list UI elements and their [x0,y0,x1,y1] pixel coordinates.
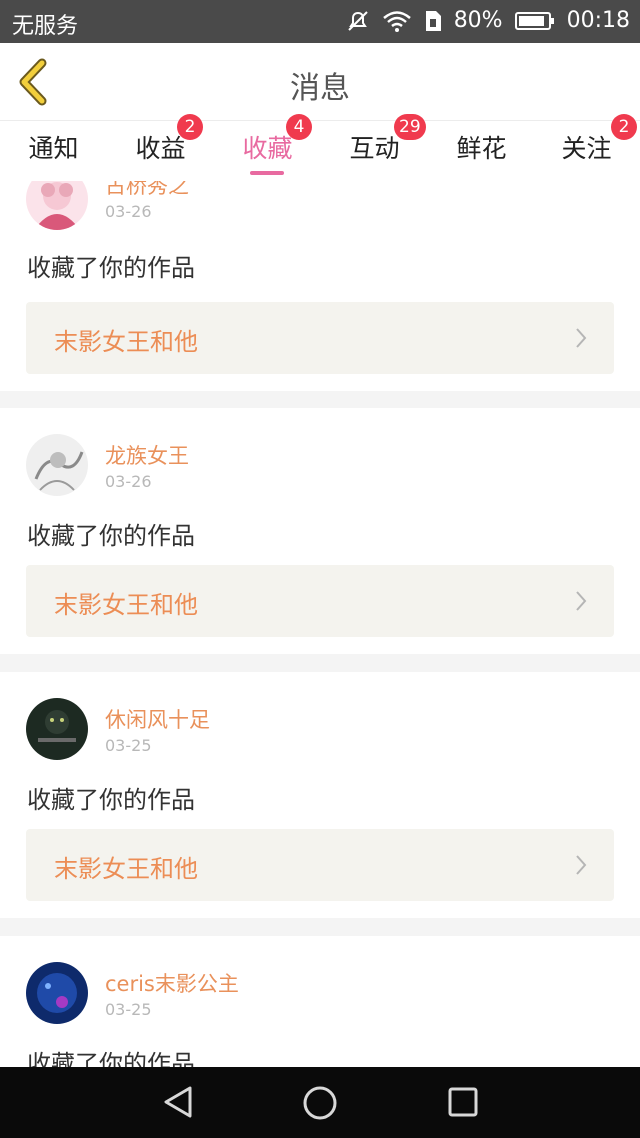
chevron-right-icon [576,591,587,611]
mute-icon [346,9,370,33]
tab-interactions[interactable]: 互动 29 [321,114,428,181]
item-date: 03-26 [105,202,152,221]
tab-flowers[interactable]: 鲜花 [428,121,535,181]
item-date: 03-25 [105,1000,152,1019]
status-bar: 无服务 80% 00:18 [0,0,640,43]
action-text: 收藏了你的作品 [27,522,195,550]
work-title: 末影女王和他 [54,855,198,883]
chevron-right-icon [576,328,587,348]
feed-card: 龙族女王 03-26 收藏了你的作品 末影女王和他 [0,408,640,654]
username-link[interactable]: 休闲风十足 [105,704,210,734]
tab-label: 关注 [561,134,612,163]
tab-earnings[interactable]: 收益 2 [107,114,214,181]
chevron-right-icon [576,855,587,875]
item-date: 03-25 [105,736,152,755]
sim-icon [424,10,442,32]
work-link[interactable]: 末影女王和他 [26,829,614,901]
tab-label: 收藏 [242,134,293,163]
action-text: 收藏了你的作品 [27,786,195,814]
battery-percent: 80% [453,8,503,33]
battery-icon [514,11,555,31]
page-title: 消息 [290,71,350,106]
avatar[interactable] [26,181,88,230]
avatar[interactable] [26,962,88,1024]
action-text: 收藏了你的作品 [27,254,195,282]
action-text: 收藏了你的作品 [27,1050,195,1067]
active-tab-indicator [250,171,284,175]
tab-badge: 2 [611,114,637,140]
avatar[interactable] [26,698,88,760]
work-title: 末影女王和他 [54,591,198,619]
circle-home-icon[interactable] [302,1085,338,1121]
tab-badge: 4 [286,114,312,140]
avatar[interactable] [26,434,88,496]
username-link[interactable]: 古桥秀之 [105,181,189,200]
work-link[interactable]: 末影女王和他 [26,565,614,637]
wifi-icon [382,10,412,32]
tab-label: 互动 [349,134,400,163]
feed-card: ceris末影公主 03-25 收藏了你的作品 [0,936,640,1067]
carrier-label: 无服务 [12,14,79,39]
tab-follows[interactable]: 关注 2 [533,114,640,181]
work-link[interactable]: 末影女王和他 [26,302,614,374]
tab-favorites[interactable]: 收藏 4 [214,114,321,181]
clock: 00:18 [566,8,630,33]
tab-notifications[interactable]: 通知 [0,121,107,181]
work-title: 末影女王和他 [54,328,198,356]
triangle-back-icon[interactable] [162,1085,194,1119]
tab-bar: 通知 收益 2 收藏 4 互动 29 鲜花 关注 2 [0,114,640,181]
favorites-feed[interactable]: 古桥秀之 03-26 收藏了你的作品 末影女王和他 龙族女王 03-26 收藏了… [0,181,640,1067]
app-header: 消息 [0,43,640,121]
username-link[interactable]: 龙族女王 [105,440,189,470]
tab-badge: 2 [177,114,203,140]
square-recents-icon[interactable] [447,1085,479,1119]
username-link[interactable]: ceris末影公主 [105,968,239,998]
tab-label: 鲜花 [456,134,507,163]
status-icons: 80% 00:18 [346,8,630,33]
tab-label: 收益 [135,134,186,163]
system-nav-bar [0,1067,640,1138]
tab-label: 通知 [28,134,79,163]
tab-badge: 29 [394,114,426,140]
feed-card: 古桥秀之 03-26 收藏了你的作品 末影女王和他 [0,181,640,391]
item-date: 03-26 [105,472,152,491]
feed-card: 休闲风十足 03-25 收藏了你的作品 末影女王和他 [0,672,640,918]
